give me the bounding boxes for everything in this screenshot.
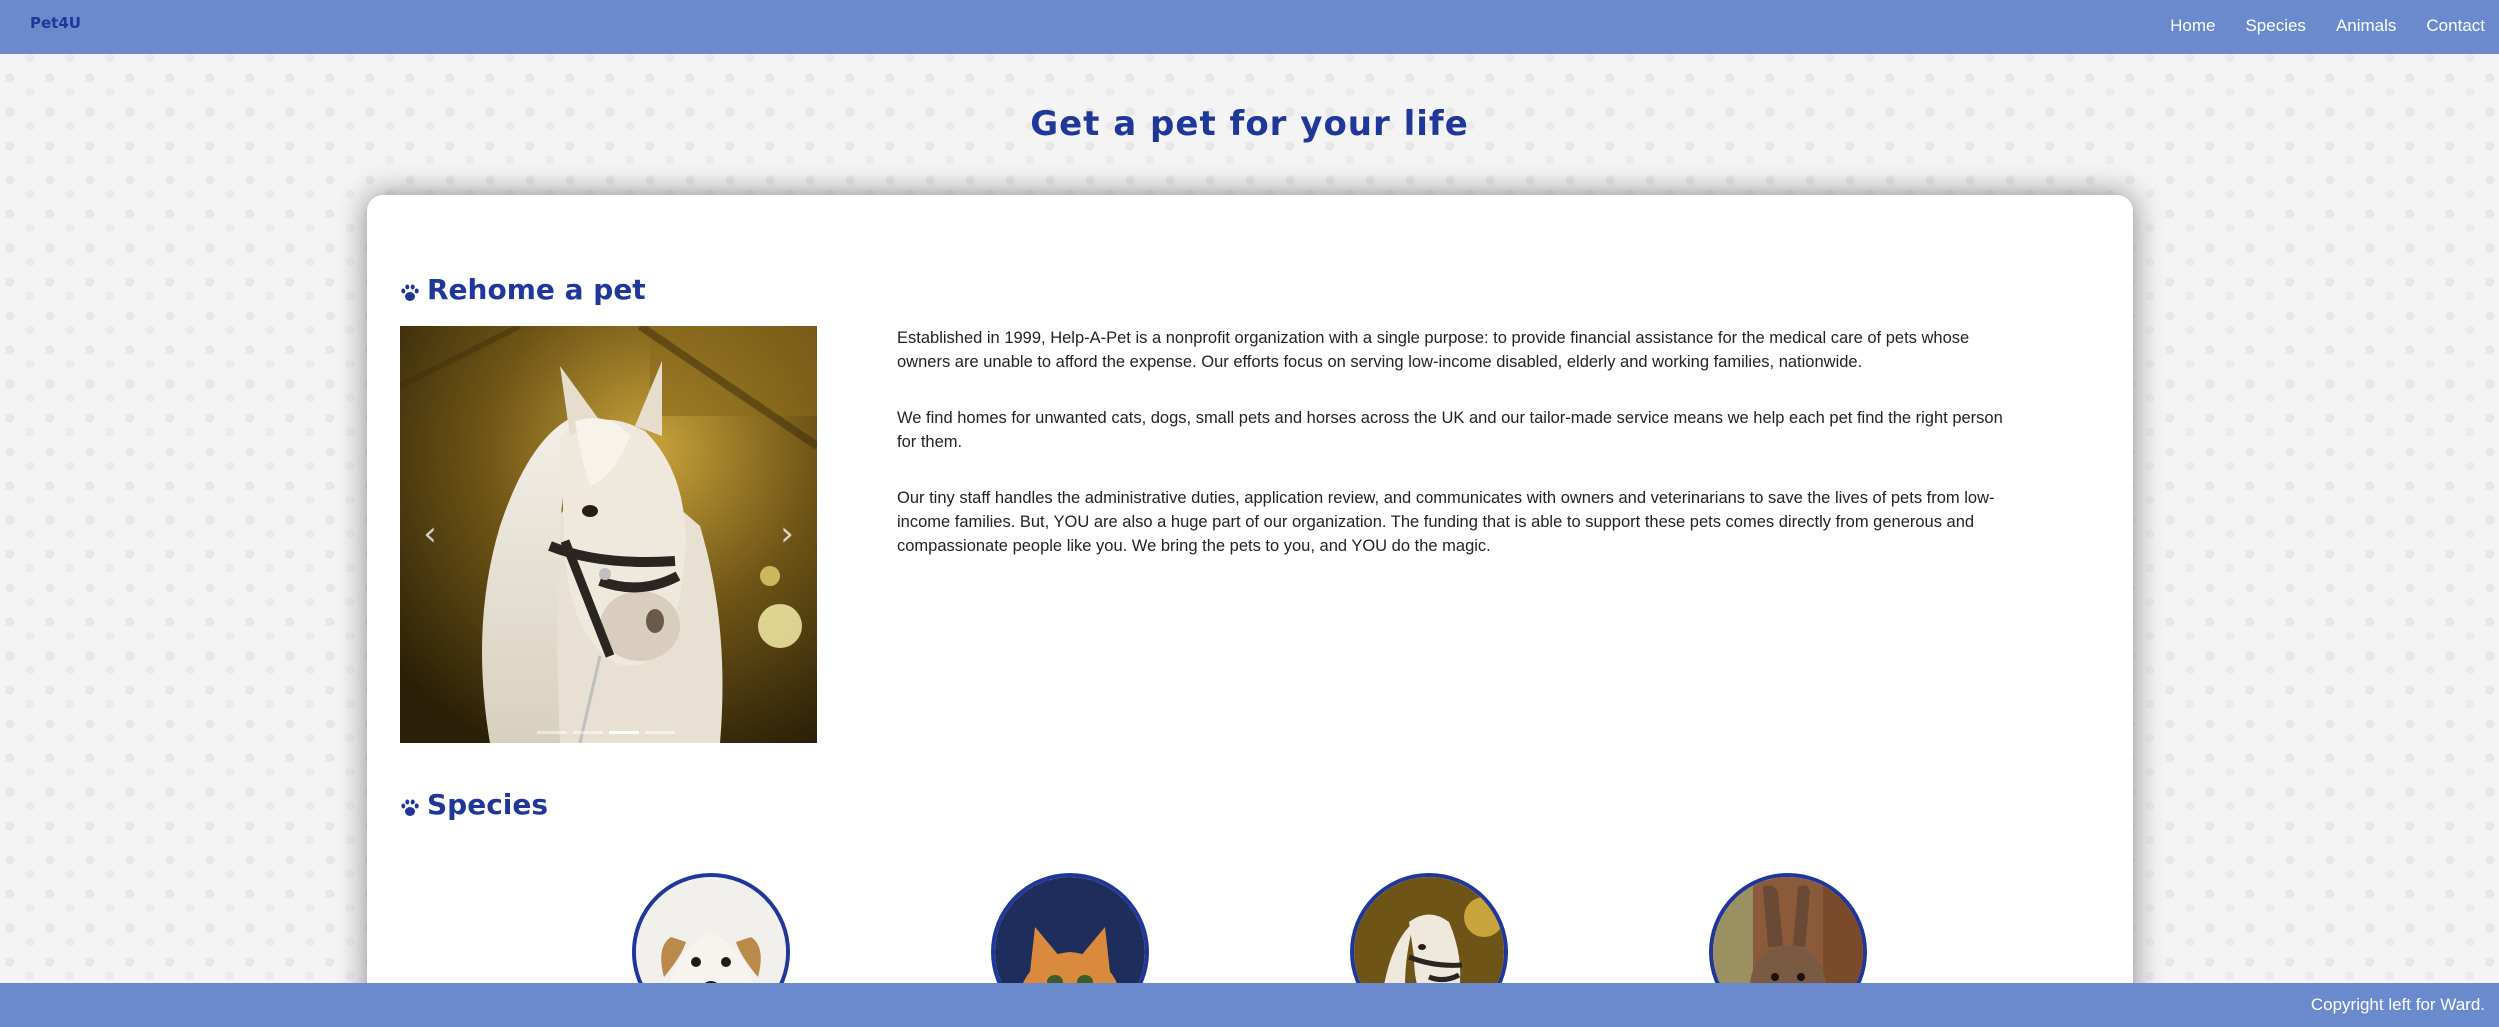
page-title: Get a pet for your life bbox=[1030, 104, 1469, 144]
carousel-indicators bbox=[537, 731, 681, 734]
nav-link-species[interactable]: Species bbox=[2245, 16, 2305, 36]
nav-link-home[interactable]: Home bbox=[2170, 16, 2215, 36]
paragraph: We find homes for unwanted cats, dogs, s… bbox=[897, 409, 2003, 451]
rehome-heading: Rehome a pet bbox=[400, 273, 646, 306]
carousel-indicator[interactable] bbox=[537, 731, 567, 734]
navbar: Pet4U Home Species Animals Contact bbox=[0, 0, 2499, 54]
carousel-next-button[interactable]: › bbox=[772, 514, 802, 554]
carousel-prev-button[interactable]: ‹ bbox=[415, 514, 445, 554]
nav-link-animals[interactable]: Animals bbox=[2336, 16, 2396, 36]
chevron-right-icon: › bbox=[780, 514, 794, 554]
paragraph: Our tiny staff handles the administrativ… bbox=[897, 489, 1995, 555]
pet-carousel[interactable]: ‹ › bbox=[400, 326, 817, 743]
carousel-indicator[interactable] bbox=[573, 731, 603, 734]
footer: Copyright left for Ward. bbox=[0, 983, 2499, 1027]
nav-link-contact[interactable]: Contact bbox=[2426, 16, 2485, 36]
rehome-description: Established in 1999, Help-A-Pet is a non… bbox=[897, 326, 2022, 590]
footer-copyright: Copyright left for Ward. bbox=[2310, 995, 2485, 1014]
paragraph: Established in 1999, Help-A-Pet is a non… bbox=[897, 329, 1970, 371]
nav-links: Home Species Animals Contact bbox=[2170, 16, 2499, 36]
paw-icon bbox=[401, 799, 419, 816]
paw-icon bbox=[401, 284, 419, 301]
brand-link[interactable]: Pet4U bbox=[30, 14, 81, 32]
carousel-indicator-active[interactable] bbox=[609, 731, 639, 734]
species-heading-label: Species bbox=[427, 788, 549, 821]
species-heading: Species bbox=[400, 788, 548, 821]
horse-photo bbox=[400, 326, 817, 743]
rehome-heading-label: Rehome a pet bbox=[427, 273, 646, 306]
carousel-indicator[interactable] bbox=[645, 731, 675, 734]
chevron-left-icon: ‹ bbox=[423, 514, 437, 554]
